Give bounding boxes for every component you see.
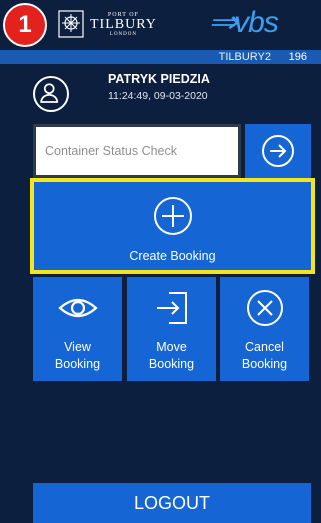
view-label-line1: View (64, 340, 91, 354)
view-icon-wrap (33, 288, 122, 328)
move-booking-label: Move Booking (127, 339, 216, 373)
tilbury-wordmark: PORT OF TILBURY LONDON (90, 12, 157, 37)
terminal-bar: TILBURY2 196 (0, 50, 321, 64)
arrow-right-circle-icon (262, 135, 294, 167)
cancel-label-line2: Booking (241, 357, 288, 371)
move-icon-wrap (127, 288, 216, 328)
container-status-input[interactable] (36, 127, 238, 175)
cancel-booking-button[interactable]: Cancel Booking (220, 277, 309, 381)
view-booking-label: View Booking (33, 339, 122, 373)
terminal-id: TILBURY2 (218, 51, 271, 63)
eye-icon (57, 298, 98, 318)
login-arrow-icon (156, 292, 187, 324)
vbs-logo-text: vbs (234, 6, 279, 39)
vbs-logo: ⇒vbs (207, 6, 279, 39)
app-screen: 1 PORT OF TILBURY LONDON ⇒vbs TILBURY2 1… (0, 0, 321, 523)
view-booking-button[interactable]: View Booking (33, 277, 122, 381)
x-circle-icon (246, 290, 283, 326)
create-booking-label: Create Booking (129, 249, 216, 263)
status-check-go-button[interactable] (245, 124, 311, 178)
move-label-line2: Booking (148, 357, 195, 371)
tilbury-crest-icon (58, 10, 84, 38)
view-label-line2: Booking (54, 357, 101, 371)
cancel-icon-wrap (220, 288, 309, 328)
move-booking-button[interactable]: Move Booking (127, 277, 216, 381)
vbs-arrow-icon: ⇒ (207, 6, 238, 39)
cancel-label-line1: Cancel (245, 340, 284, 354)
cancel-booking-label: Cancel Booking (220, 339, 309, 373)
create-booking-button[interactable]: Create Booking (30, 178, 315, 274)
tilbury-text: TILBURY (90, 16, 157, 32)
user-icon (33, 76, 69, 112)
step-badge: 1 (3, 3, 47, 47)
app-header: 1 PORT OF TILBURY LONDON ⇒vbs (0, 0, 321, 48)
logout-button[interactable]: LOGOUT (33, 483, 311, 523)
terminal-count: 196 (288, 51, 307, 63)
london-text: LONDON (109, 31, 137, 37)
container-status-field (33, 124, 241, 178)
user-name: PATRYK PIEDZIA (108, 72, 210, 86)
plus-circle-icon (154, 197, 192, 235)
move-label-line1: Move (156, 340, 187, 354)
port-of-tilbury-logo: PORT OF TILBURY LONDON (58, 9, 157, 39)
user-info: PATRYK PIEDZIA 11:24:49, 09-03-2020 (0, 64, 321, 116)
login-timestamp: 11:24:49, 09-03-2020 (108, 90, 208, 102)
